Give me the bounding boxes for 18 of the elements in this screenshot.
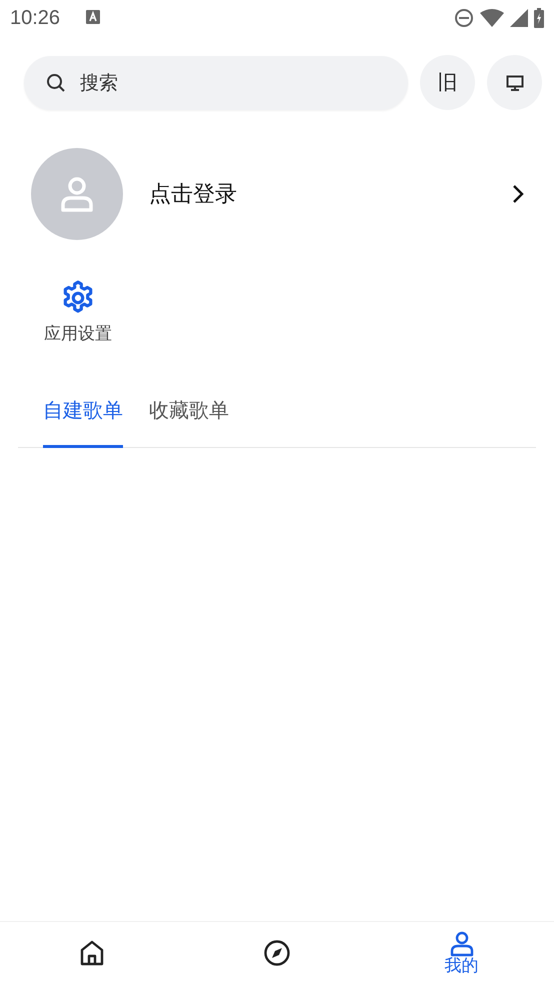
old-version-button[interactable]: 旧 [420,55,475,110]
monitor-icon [504,72,524,92]
profile-tab[interactable]: 我的 [369,922,554,984]
chevron-right-icon[interactable] [512,184,524,204]
battery-icon [534,8,544,28]
do-not-disturb-icon [454,8,474,28]
wifi-icon [480,9,504,27]
settings-label[interactable]: 应用设置 [44,322,112,345]
status-time: 10:26 [10,6,60,30]
search-bar[interactable]: 搜索 [24,56,408,110]
login-link[interactable]: 点击登录 [149,179,512,209]
keyboard-notification-icon [86,10,100,24]
compass-icon [263,939,291,967]
search-icon [46,72,66,92]
playlist-tab[interactable]: 收藏歌单 [149,397,229,448]
search-field[interactable]: 搜索 [78,70,386,94]
signal-icon [510,9,528,27]
playlist-tab[interactable]: 自建歌单 [43,397,123,448]
